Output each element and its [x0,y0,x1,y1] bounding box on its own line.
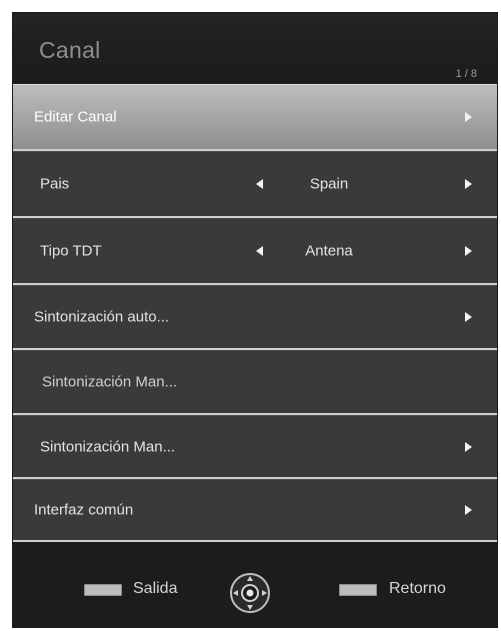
exit-label: Salida [133,580,178,597]
menu-row-sintonizacion-manual-1[interactable]: Sintonización Man... [13,350,497,415]
menu-title: Canal [39,37,101,63]
menu-footer: Salida Retorno [13,542,497,627]
page-indicator: 1 / 8 [455,68,477,80]
menu-row-label: Interfaz común [34,501,134,519]
dpad-ok-icon [230,573,270,613]
menu-row-sintonizacion-auto[interactable]: Sintonización auto... [13,285,497,350]
menu-header: Canal 1 / 8 [13,13,497,83]
return-key-icon [339,584,377,596]
left-arrow-icon[interactable] [256,246,263,256]
menu-row-tipo-tdt[interactable]: Tipo TDT Antena [13,218,497,285]
menu-row-label: Sintonización auto... [34,308,170,326]
menu-row-label: Sintonización Man... [42,373,178,391]
right-arrow-icon [465,112,472,122]
right-arrow-icon [465,441,472,452]
menu-row-interfaz-comun[interactable]: Interfaz común [13,479,497,542]
left-arrow-icon[interactable] [256,179,263,189]
right-arrow-icon [465,505,472,515]
menu-row-value: Antena [305,242,353,260]
right-arrow-icon[interactable] [465,179,472,189]
menu-row-label: Editar Canal [34,108,117,126]
menu-row-label: Pais [40,175,70,193]
menu-row-pais[interactable]: Pais Spain [13,151,497,218]
menu-row-sintonizacion-manual-2[interactable]: Sintonización Man... [13,415,497,479]
tv-settings-menu: Canal 1 / 8 Editar Canal Pais Spain Tipo… [13,13,497,627]
right-arrow-icon [465,312,472,322]
menu-row-label: Tipo TDT [40,242,102,260]
right-arrow-icon[interactable] [465,246,472,256]
exit-key-icon [84,584,122,596]
menu-row-label: Sintonización Man... [40,438,176,455]
return-label: Retorno [389,580,446,597]
menu-row-editar-canal[interactable]: Editar Canal [13,84,497,151]
menu-row-value: Spain [309,175,349,193]
